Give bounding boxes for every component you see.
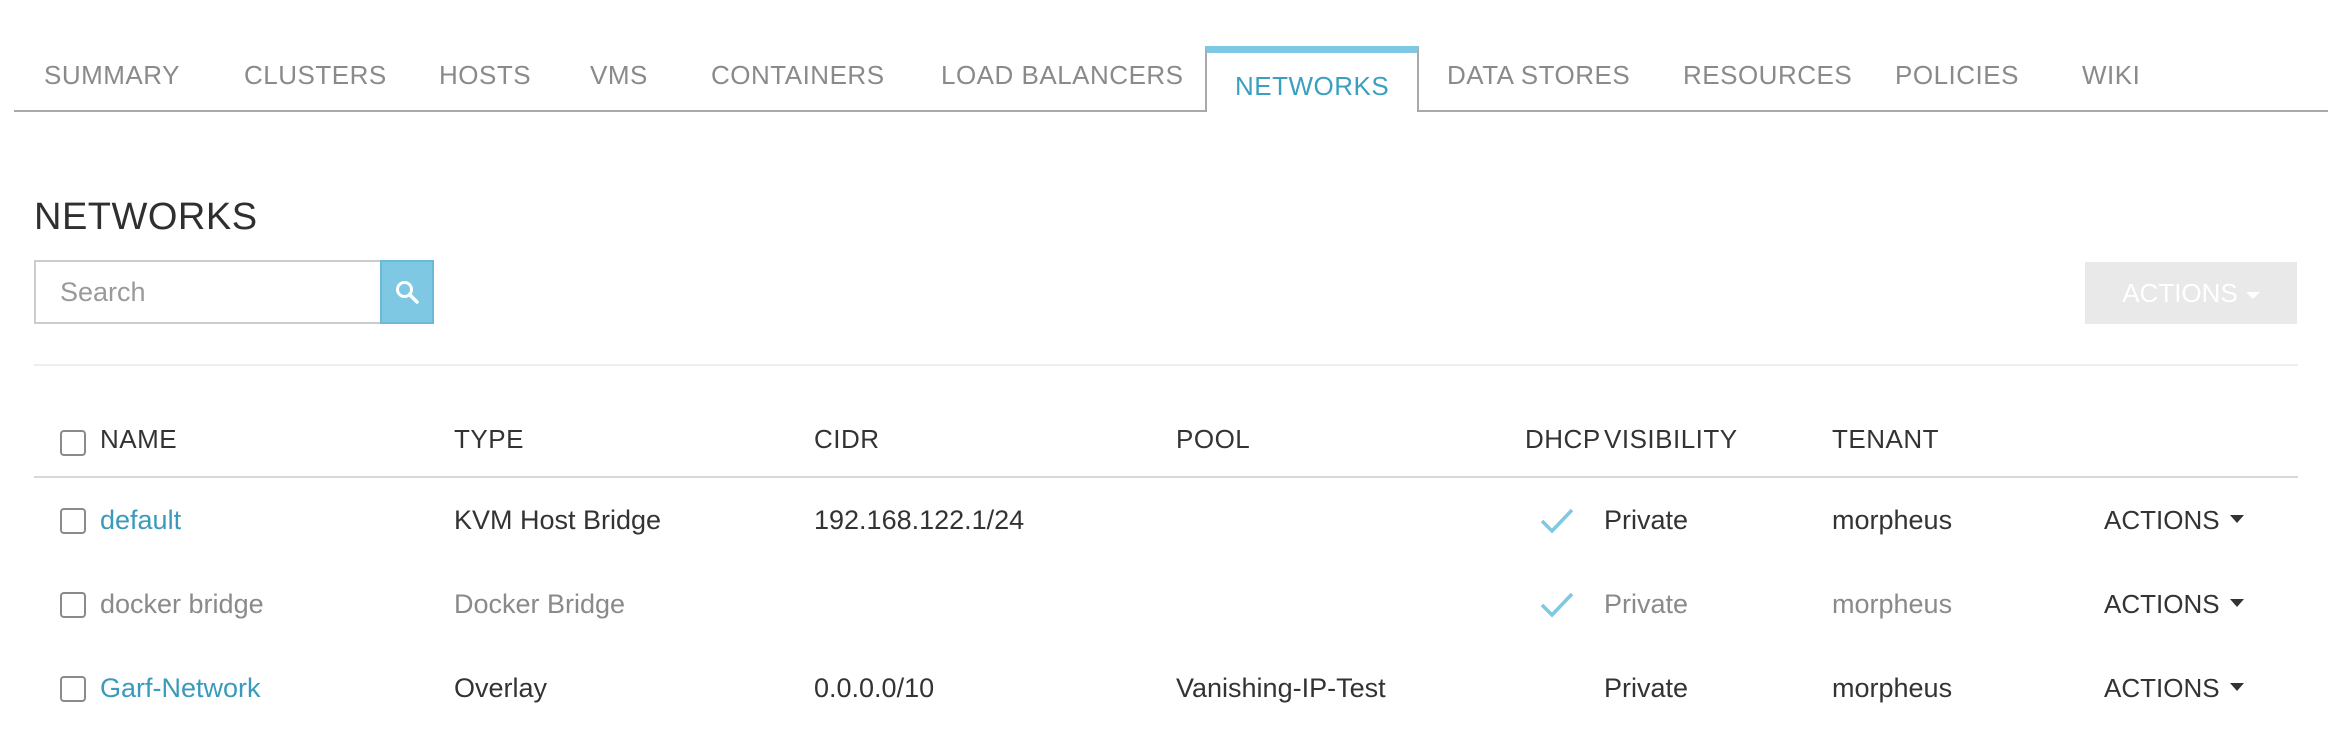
tab-bar: SUMMARY CLUSTERS HOSTS VMS CONTAINERS LO… — [14, 0, 2328, 112]
network-tenant: morpheus — [1832, 505, 1953, 535]
network-cidr: 0.0.0.0/10 — [814, 673, 935, 703]
network-type: Overlay — [454, 673, 548, 703]
network-name-link[interactable]: default — [100, 478, 181, 562]
tab-summary[interactable]: SUMMARY — [44, 60, 180, 91]
tab-wiki[interactable]: WIKI — [2082, 60, 2140, 91]
row-actions-label: ACTIONS — [2104, 673, 2220, 703]
network-name: docker bridge — [100, 589, 264, 619]
network-type: KVM Host Bridge — [454, 505, 662, 535]
network-type: Docker Bridge — [454, 589, 626, 619]
table-row: Garf-Network Overlay 0.0.0.0/10 Vanishin… — [34, 646, 2298, 730]
row-checkbox[interactable] — [60, 676, 86, 702]
tab-vms[interactable]: VMS — [590, 60, 648, 91]
row-actions-label: ACTIONS — [2104, 589, 2220, 619]
search-icon — [396, 281, 419, 304]
network-name-link[interactable]: Garf-Network — [100, 646, 261, 730]
chevron-down-icon — [2229, 599, 2244, 608]
chevron-down-icon — [2229, 683, 2244, 692]
row-checkbox[interactable] — [60, 592, 86, 618]
page-title: NETWORKS — [34, 196, 258, 238]
tab-resources[interactable]: RESOURCES — [1683, 60, 1852, 91]
chevron-down-icon — [2229, 515, 2244, 524]
check-icon — [1540, 508, 1574, 534]
network-pool: Vanishing-IP-Test — [1176, 673, 1386, 703]
network-visibility: Private — [1604, 505, 1689, 535]
tab-hosts[interactable]: HOSTS — [439, 60, 531, 91]
row-actions-button[interactable]: ACTIONS — [2104, 562, 2244, 646]
divider — [34, 364, 2298, 366]
table-header: NAME TYPE CIDR POOL DHCP VISIBILITY TENA… — [34, 418, 2298, 478]
actions-button[interactable]: ACTIONS — [2085, 262, 2297, 324]
chevron-down-icon — [2245, 291, 2260, 299]
actions-button-label: ACTIONS — [2122, 277, 2238, 308]
column-dhcp[interactable]: DHCP — [1525, 424, 1601, 455]
tab-containers[interactable]: CONTAINERS — [711, 60, 885, 91]
row-checkbox[interactable] — [60, 508, 86, 534]
column-name[interactable]: NAME — [100, 424, 177, 455]
tab-networks[interactable]: NETWORKS — [1205, 46, 1420, 112]
network-tenant: morpheus — [1832, 673, 1953, 703]
tab-clusters[interactable]: CLUSTERS — [244, 60, 387, 91]
network-visibility: Private — [1604, 589, 1689, 619]
row-actions-button[interactable]: ACTIONS — [2104, 646, 2244, 730]
network-cidr: 192.168.122.1/24 — [814, 505, 1025, 535]
search-input[interactable] — [34, 260, 382, 324]
column-type[interactable]: TYPE — [454, 424, 524, 455]
network-tenant: morpheus — [1832, 589, 1953, 619]
tab-policies[interactable]: POLICIES — [1895, 60, 2019, 91]
tab-load-balancers[interactable]: LOAD BALANCERS — [941, 60, 1184, 91]
column-tenant[interactable]: TENANT — [1832, 424, 1939, 455]
search-button[interactable] — [380, 260, 434, 324]
row-actions-button[interactable]: ACTIONS — [2104, 478, 2244, 562]
search-box — [34, 260, 434, 324]
select-all-checkbox[interactable] — [60, 430, 86, 456]
column-visibility[interactable]: VISIBILITY — [1604, 424, 1738, 455]
check-icon — [1540, 592, 1574, 618]
table-row: docker bridge Docker Bridge Private morp… — [34, 562, 2298, 646]
column-cidr[interactable]: CIDR — [814, 424, 880, 455]
table-row: default KVM Host Bridge 192.168.122.1/24… — [34, 478, 2298, 562]
row-actions-label: ACTIONS — [2104, 505, 2220, 535]
tab-data-stores[interactable]: DATA STORES — [1447, 60, 1630, 91]
network-visibility: Private — [1604, 673, 1689, 703]
column-pool[interactable]: POOL — [1176, 424, 1250, 455]
